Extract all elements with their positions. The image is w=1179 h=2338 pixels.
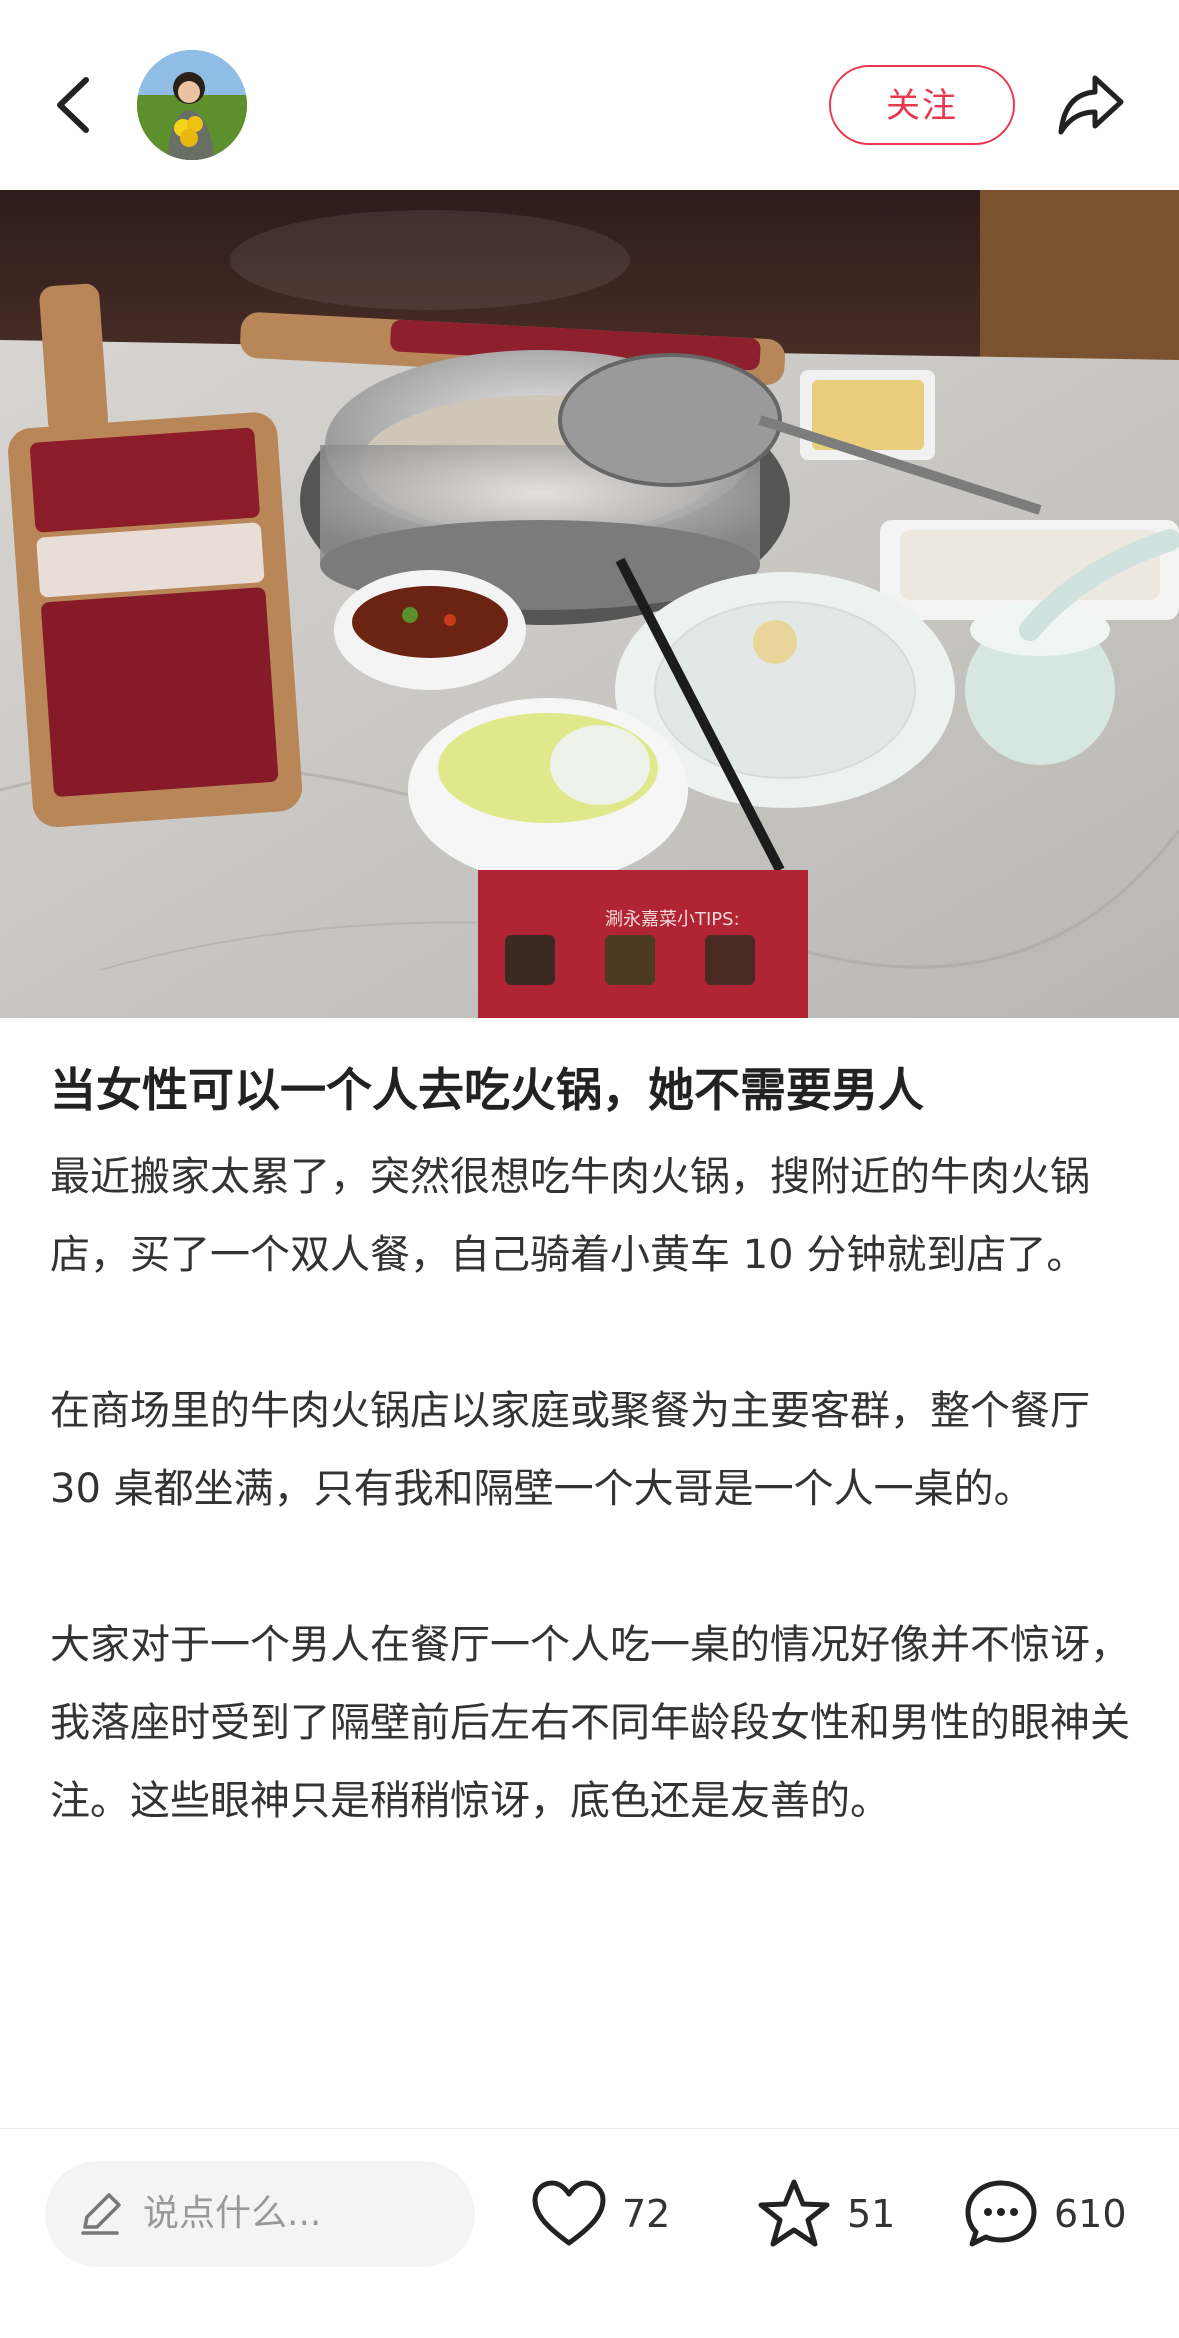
share-button[interactable] xyxy=(1055,72,1125,138)
bottom-action-bar: 说点什么... 72 51 610 xyxy=(0,2128,1179,2338)
author-avatar[interactable] xyxy=(137,50,247,160)
hotpot-photo: 涮永嘉菜小TIPS: xyxy=(0,190,1179,1018)
post-paragraph-1: 最近搬家太累了，突然很想吃牛肉火锅，搜附近的牛肉火锅店，买了一个双人餐，自己骑着… xyxy=(50,1154,1090,1278)
comment-placeholder: 说点什么... xyxy=(143,2193,322,2234)
post-paragraph-2: 在商场里的牛肉火锅店以家庭或聚餐为主要客群，整个餐厅 30 桌都坐满，只有我和隔… xyxy=(50,1388,1090,1512)
comment-bubble-icon xyxy=(965,2180,1037,2247)
chevron-left-icon xyxy=(57,77,89,133)
share-arrow-icon xyxy=(1058,75,1124,135)
like-button[interactable]: 72 xyxy=(530,2169,670,2259)
collect-count: 51 xyxy=(847,2192,896,2236)
post-paragraph-3: 大家对于一个男人在餐厅一个人吃一桌的情况好像并不惊讶，我落座时受到了隔壁前后左右… xyxy=(50,1622,1130,1824)
avatar-photo xyxy=(137,50,247,160)
post-title: 当女性可以一个人去吃火锅，她不需要男人 xyxy=(50,1063,924,1117)
comment-input[interactable]: 说点什么... xyxy=(45,2161,475,2267)
follow-button[interactable]: 关注 xyxy=(829,65,1015,145)
star-icon xyxy=(758,2179,830,2247)
post-photo[interactable]: 涮永嘉菜小TIPS: xyxy=(0,190,1179,1018)
like-count: 72 xyxy=(622,2192,671,2236)
post-content: 当女性可以一个人去吃火锅，她不需要男人 最近搬家太累了，突然很想吃牛肉火锅，搜附… xyxy=(50,1050,1130,1918)
top-bar: 关注 xyxy=(0,0,1179,190)
pencil-icon xyxy=(81,2193,121,2235)
collect-button[interactable]: 51 xyxy=(755,2169,895,2259)
heart-icon xyxy=(532,2180,606,2246)
back-button[interactable] xyxy=(48,70,108,140)
comment-count: 610 xyxy=(1054,2192,1127,2236)
comment-button[interactable]: 610 xyxy=(962,2169,1127,2259)
photo-tip-text: 涮永嘉菜小TIPS: xyxy=(605,909,740,930)
